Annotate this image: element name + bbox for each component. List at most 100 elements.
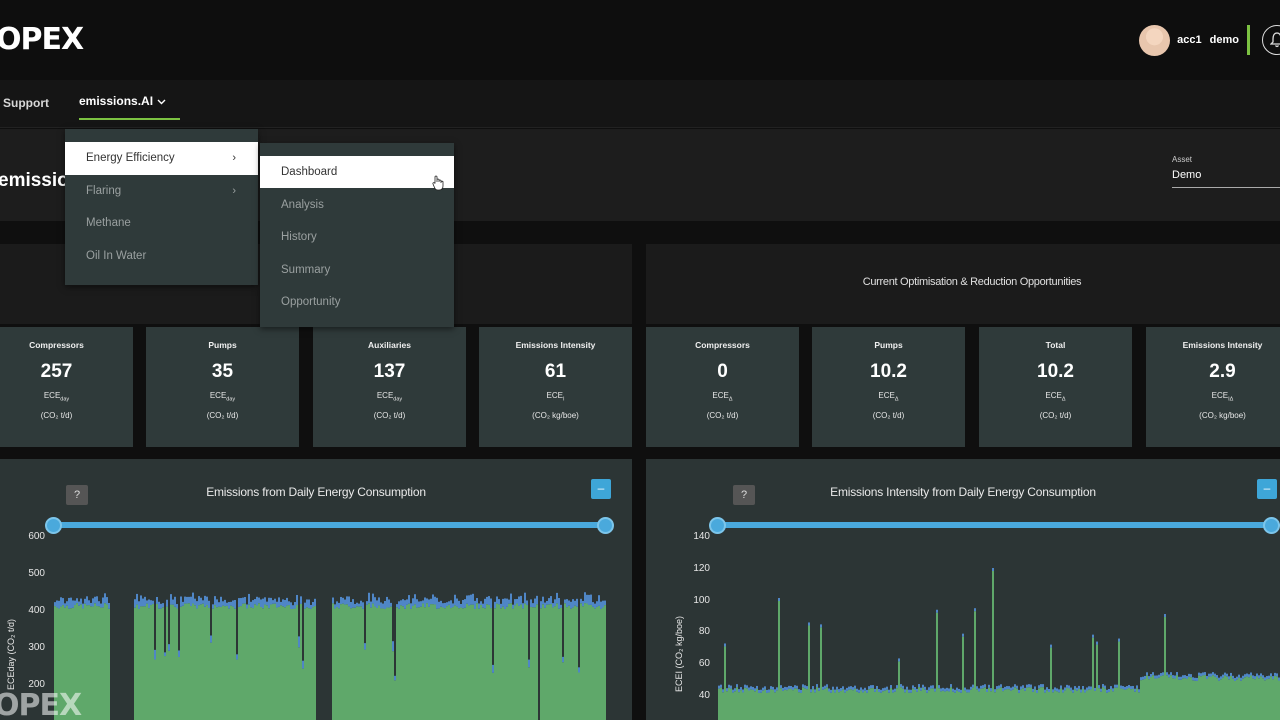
bar-segment xyxy=(528,659,530,668)
menu-item-energy-efficiency[interactable]: Energy Efficiency › xyxy=(65,142,258,175)
bar-segment xyxy=(872,685,874,689)
slider-handle-start[interactable] xyxy=(709,517,726,534)
bar xyxy=(438,608,440,720)
bar-segment xyxy=(80,598,82,605)
page-title: emissio xyxy=(0,170,69,191)
bar xyxy=(504,608,506,720)
bar xyxy=(1036,692,1038,720)
asset-select[interactable]: Demo xyxy=(1172,169,1280,188)
help-button[interactable]: ? xyxy=(66,485,88,505)
bar xyxy=(148,608,150,720)
bar-segment xyxy=(344,599,346,605)
bar xyxy=(1086,690,1088,720)
bar xyxy=(434,604,436,720)
bar-segment xyxy=(878,689,880,693)
bar-segment xyxy=(216,599,218,608)
bar-segment xyxy=(482,603,484,608)
bar-segment xyxy=(540,601,542,609)
bar xyxy=(1020,689,1022,720)
bar xyxy=(784,689,786,720)
card-value: 2.9 xyxy=(1209,361,1236,382)
bar xyxy=(1162,675,1164,720)
submenu-item-opportunity[interactable]: Opportunity xyxy=(260,286,454,318)
bar xyxy=(994,692,996,720)
opex-logo[interactable]: OPEX xyxy=(0,22,84,57)
card-unit: ECEΔ xyxy=(712,391,733,403)
bar-segment xyxy=(778,598,780,601)
avatar[interactable] xyxy=(1139,24,1171,56)
minimize-button[interactable]: – xyxy=(1257,479,1277,499)
bar xyxy=(858,692,860,720)
bar-segment xyxy=(104,593,106,604)
slider-handle-start[interactable] xyxy=(45,517,62,534)
bar-segment xyxy=(968,689,970,693)
nav-emissions-ai[interactable]: emissions.AI xyxy=(79,94,180,120)
bar-segment xyxy=(1100,688,1102,692)
bar-segment xyxy=(1118,638,1120,642)
bar xyxy=(400,605,402,720)
range-slider[interactable] xyxy=(718,522,1280,528)
bar-segment xyxy=(1168,674,1170,678)
bar-segment xyxy=(810,689,812,693)
bar-segment xyxy=(248,593,250,605)
bar xyxy=(846,690,848,720)
nav-support[interactable]: Support xyxy=(3,96,49,110)
range-slider[interactable] xyxy=(54,522,606,528)
submenu-item-summary[interactable]: Summary xyxy=(260,254,454,286)
asset-label: Asset xyxy=(1172,155,1193,164)
bar-segment xyxy=(828,688,830,692)
bar-segment xyxy=(888,689,890,693)
bar xyxy=(518,605,520,720)
bar-segment xyxy=(1078,685,1080,689)
account-name[interactable]: demo xyxy=(1210,34,1239,46)
bar xyxy=(976,689,978,720)
bar xyxy=(378,605,380,720)
bar-segment xyxy=(1042,684,1044,688)
bar-segment xyxy=(160,603,162,609)
menu-item-oil-in-water[interactable]: Oil In Water xyxy=(65,240,258,273)
bar xyxy=(554,606,556,720)
help-button[interactable]: ? xyxy=(733,485,755,505)
bar xyxy=(372,603,374,720)
slider-handle-end[interactable] xyxy=(1263,517,1280,534)
bar-segment xyxy=(234,599,236,609)
bar-segment xyxy=(868,686,870,690)
bar xyxy=(748,690,750,720)
bar-segment xyxy=(1262,675,1264,679)
bar xyxy=(772,689,774,720)
bar xyxy=(454,605,456,720)
bar xyxy=(902,688,904,720)
bar-segment xyxy=(788,685,790,689)
bar-segment xyxy=(236,654,238,660)
slider-handle-end[interactable] xyxy=(597,517,614,534)
bell-icon[interactable] xyxy=(1262,25,1280,55)
submenu-item-history[interactable]: History xyxy=(260,221,454,253)
bar-segment xyxy=(572,599,574,608)
bar xyxy=(502,606,504,720)
kpi-card: Emissions Intensity 61 ECEI (CO₂ kg/boe) xyxy=(479,327,632,447)
submenu-item-dashboard[interactable]: Dashboard xyxy=(260,156,454,188)
bar xyxy=(142,606,144,720)
bar xyxy=(1004,689,1006,720)
submenu-item-analysis[interactable]: Analysis xyxy=(260,189,454,221)
user-name[interactable]: acc1 xyxy=(1177,34,1201,46)
bar xyxy=(1064,690,1066,720)
bar xyxy=(428,606,430,720)
bar-segment xyxy=(60,597,62,607)
minimize-button[interactable]: – xyxy=(591,479,611,499)
bar-segment xyxy=(448,601,450,605)
bar-segment xyxy=(534,598,536,608)
bar-segment xyxy=(360,600,362,607)
menu-item-methane[interactable]: Methane xyxy=(65,207,258,240)
bar-segment xyxy=(88,600,90,606)
bar xyxy=(934,691,936,720)
menu-item-flaring[interactable]: Flaring › xyxy=(65,175,258,208)
bar-segment xyxy=(310,604,312,609)
left-chart-panel: Emissions from Daily Energy Consumption … xyxy=(0,459,632,720)
bar-segment xyxy=(84,598,86,604)
top-bar: OPEX acc1 demo xyxy=(0,0,1280,80)
bar-segment xyxy=(182,601,184,606)
bar xyxy=(196,608,198,720)
bar xyxy=(750,689,752,720)
bar-segment xyxy=(408,595,410,604)
